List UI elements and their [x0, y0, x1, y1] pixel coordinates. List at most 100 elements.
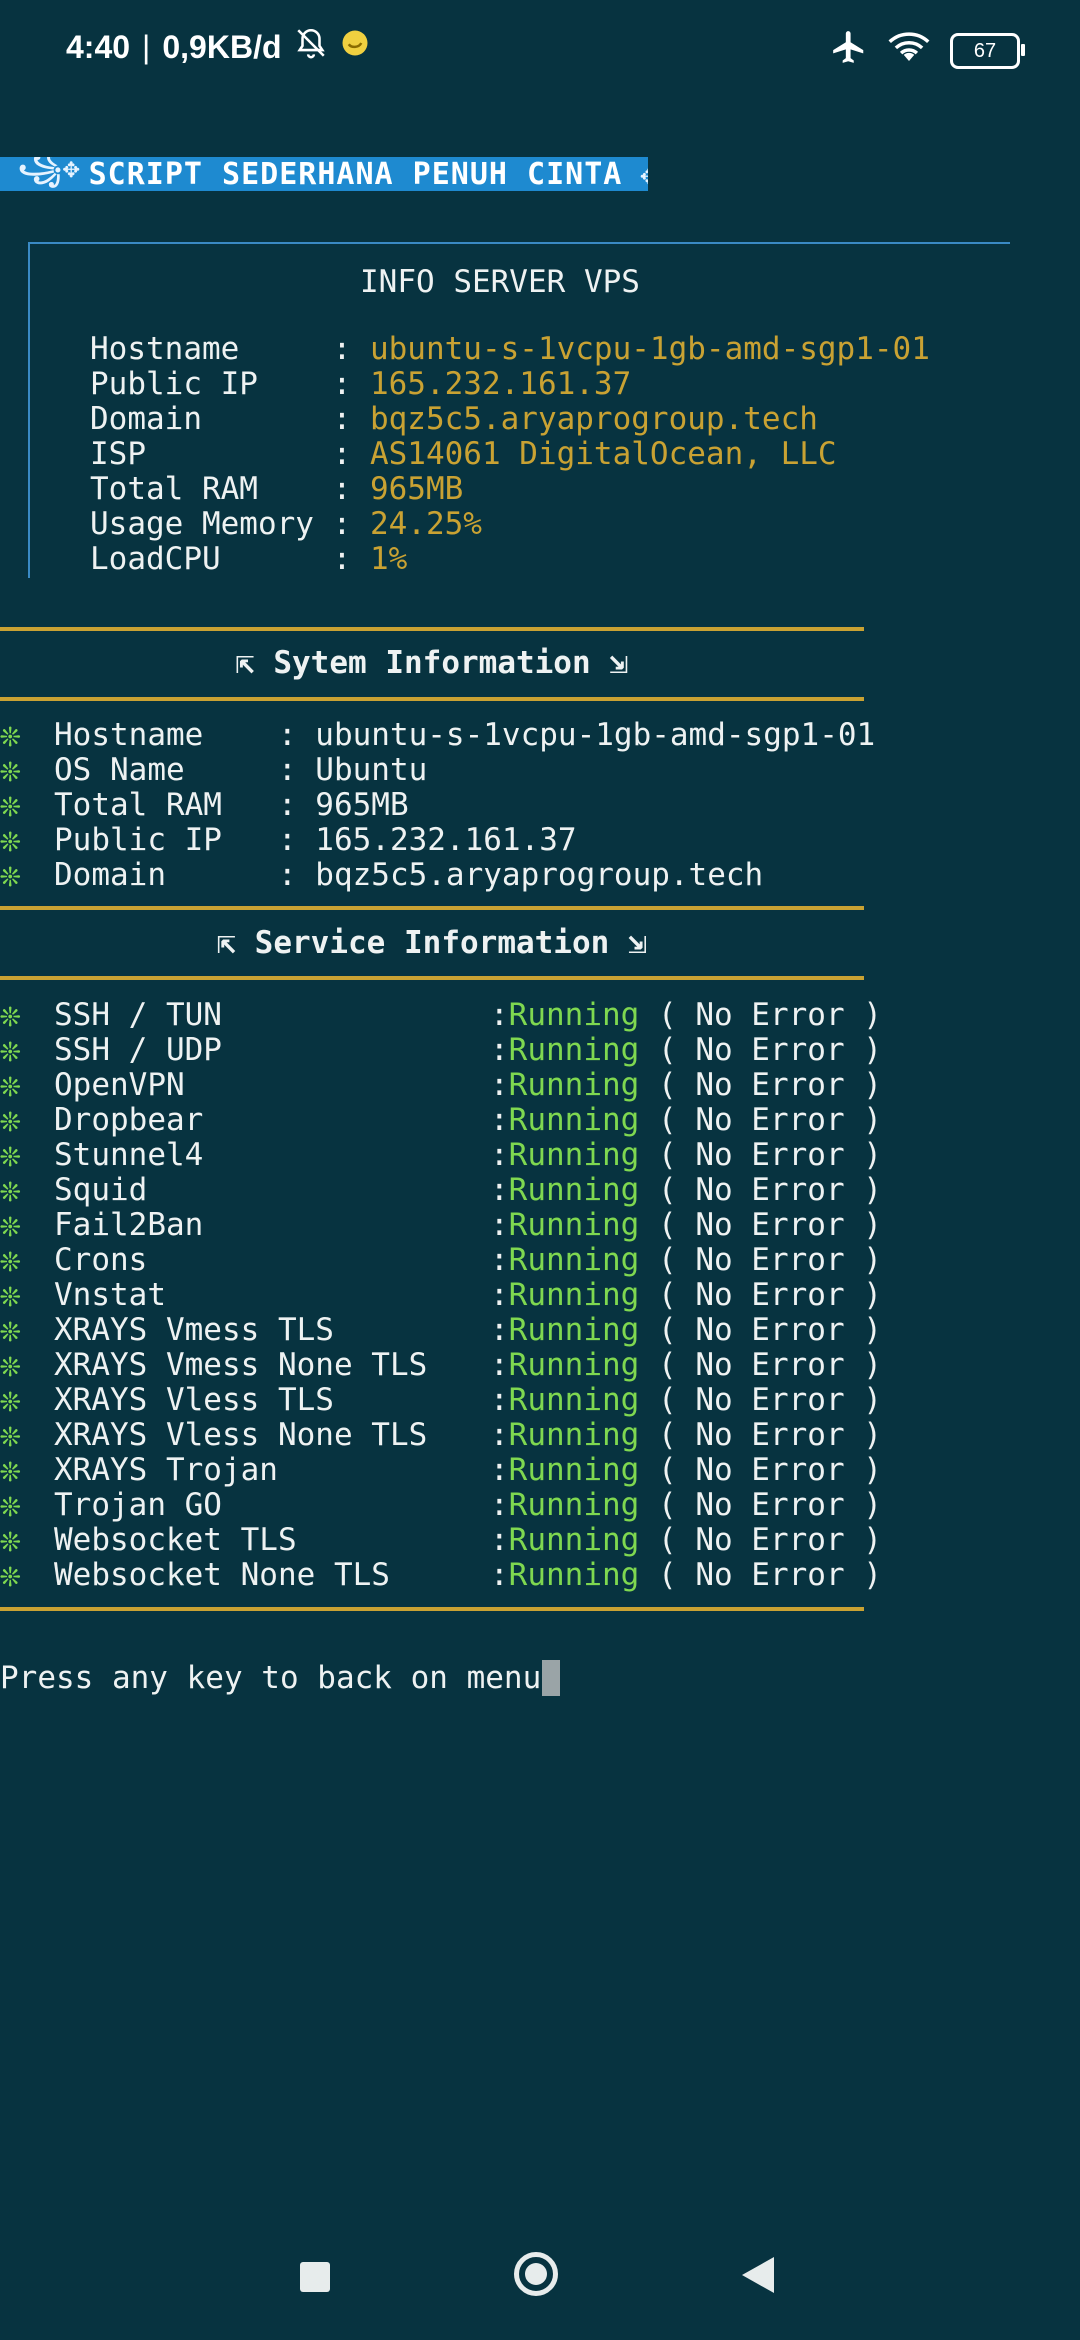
service-row: ❊ Websocket None TLS: Running ( No Error ) — [0, 1555, 882, 1595]
navigation-bar — [0, 2230, 1080, 2320]
service-error-note: ( No Error ) — [639, 1452, 882, 1488]
asterisk-icon: ❊ — [0, 1345, 21, 1385]
prompt-text: Press any key to back on menu — [0, 1660, 542, 1696]
service-colon: : — [490, 1102, 509, 1138]
back-button[interactable] — [742, 2257, 774, 2293]
service-row: ❊ Vnstat: Running ( No Error ) — [0, 1275, 882, 1315]
banner-ornament-left: ꧁✥ — [18, 157, 81, 184]
service-name: Trojan GO — [54, 1487, 222, 1523]
service-name: XRAYS Vmess None TLS — [54, 1347, 428, 1383]
service-status: Running — [508, 1207, 640, 1243]
service-row: ❊ OpenVPN: Running ( No Error ) — [0, 1065, 882, 1105]
service-status: Running — [508, 997, 640, 1033]
system-row: ❊ Hostname : ubuntu-s-1vcpu-1gb-amd-sgp1-… — [0, 715, 876, 755]
service-status: Running — [508, 1522, 640, 1558]
service-colon: : — [490, 1382, 509, 1418]
text-cursor — [542, 1660, 561, 1696]
divider — [0, 906, 864, 910]
service-status: Running — [508, 1067, 640, 1103]
service-name: SSH / UDP — [54, 1032, 222, 1068]
service-name: XRAYS Vless None TLS — [54, 1417, 428, 1453]
service-status: Running — [508, 1277, 640, 1313]
notification-app-icon — [340, 28, 370, 66]
service-error-note: ( No Error ) — [639, 1522, 882, 1558]
service-status: Running — [508, 1417, 640, 1453]
service-colon: : — [490, 1172, 509, 1208]
service-name: XRAYS Vless TLS — [54, 1382, 334, 1418]
service-colon: : — [490, 1417, 509, 1453]
service-info-title: ⇱ Service Information ⇲ — [217, 925, 647, 961]
service-error-note: ( No Error ) — [639, 1207, 882, 1243]
service-row: ❊ Dropbear: Running ( No Error ) — [0, 1100, 882, 1140]
system-row: ❊ OS Name : Ubuntu — [0, 750, 428, 790]
home-button[interactable] — [514, 2252, 558, 2296]
system-row: ❊ Public IP : 165.232.161.37 — [0, 820, 577, 860]
service-status: Running — [508, 1452, 640, 1488]
asterisk-icon: ❊ — [0, 715, 21, 755]
clock: 4:40 — [66, 28, 131, 65]
asterisk-icon: ❊ — [0, 1065, 21, 1105]
service-status: Running — [508, 1137, 640, 1173]
status-separator: | — [142, 28, 151, 65]
info-box-title: INFO SERVER VPS — [360, 264, 640, 300]
service-error-note: ( No Error ) — [639, 1382, 882, 1418]
asterisk-icon: ❊ — [0, 1135, 21, 1175]
service-error-note: ( No Error ) — [639, 1137, 882, 1173]
service-colon: : — [490, 1277, 509, 1313]
divider — [0, 976, 864, 980]
service-colon: : — [490, 1487, 509, 1523]
info-row: Hostname : ubuntu-s-1vcpu-1gb-amd-sgp1-0… — [90, 331, 930, 367]
service-row: ❊ Websocket TLS: Running ( No Error ) — [0, 1520, 882, 1560]
service-status: Running — [508, 1242, 640, 1278]
battery-icon: 67 — [950, 33, 1025, 69]
asterisk-icon: ❊ — [0, 1240, 21, 1280]
info-row: Usage Memory : 24.25% — [90, 506, 482, 542]
service-colon: : — [490, 1522, 509, 1558]
service-error-note: ( No Error ) — [639, 1487, 882, 1523]
service-colon: : — [490, 1207, 509, 1243]
asterisk-icon: ❊ — [0, 750, 21, 790]
service-status: Running — [508, 1557, 640, 1593]
asterisk-icon: ❊ — [0, 1275, 21, 1315]
service-colon: : — [490, 1452, 509, 1488]
service-name: Websocket TLS — [54, 1522, 297, 1558]
service-status: Running — [508, 1382, 640, 1418]
service-name: OpenVPN — [54, 1067, 185, 1103]
service-error-note: ( No Error ) — [639, 1312, 882, 1348]
service-row: ❊ Stunnel4: Running ( No Error ) — [0, 1135, 882, 1175]
service-name: Crons — [54, 1242, 148, 1278]
service-row: ❊ XRAYS Vless None TLS: Running ( No Error… — [0, 1415, 882, 1455]
service-colon: : — [490, 1067, 509, 1103]
service-error-note: ( No Error ) — [639, 1242, 882, 1278]
asterisk-icon: ❊ — [0, 1205, 21, 1245]
service-status: Running — [508, 1347, 640, 1383]
asterisk-icon: ❊ — [0, 1170, 21, 1210]
asterisk-icon: ❊ — [0, 1520, 21, 1560]
service-row: ❊ XRAYS Trojan: Running ( No Error ) — [0, 1450, 882, 1490]
info-row: LoadCPU : 1% — [90, 541, 408, 577]
banner-title: SCRIPT SEDERHANA PENUH CINTA — [88, 157, 623, 191]
recents-button[interactable] — [300, 2262, 330, 2292]
service-status: Running — [508, 1102, 640, 1138]
status-bar: 4:40 | 0,9KB/d 67 — [0, 0, 1080, 100]
asterisk-icon: ❊ — [0, 785, 21, 825]
terminal-prompt[interactable]: Press any key to back on menu — [0, 1660, 561, 1696]
service-name: Vnstat — [54, 1277, 166, 1313]
service-name: Squid — [54, 1172, 148, 1208]
asterisk-icon: ❊ — [0, 1485, 21, 1525]
asterisk-icon: ❊ — [0, 1450, 21, 1490]
service-status: Running — [508, 1032, 640, 1068]
divider — [0, 627, 864, 631]
system-row: ❊ Domain : bqz5c5.aryaprogroup.tech — [0, 855, 764, 895]
status-right: 67 — [830, 28, 1025, 74]
service-error-note: ( No Error ) — [639, 1417, 882, 1453]
service-name: Fail2Ban — [54, 1207, 204, 1243]
service-status: Running — [508, 1487, 640, 1523]
info-row: ISP : AS14061 DigitalOcean, LLC — [90, 436, 837, 472]
asterisk-icon: ❊ — [0, 1380, 21, 1420]
service-row: ❊ Squid: Running ( No Error ) — [0, 1170, 882, 1210]
script-banner: ꧁✥ SCRIPT SEDERHANA PENUH CINTA ✥ — [0, 157, 648, 191]
system-info-title: ⇱ Sytem Information ⇲ — [236, 645, 628, 681]
banner-ornament-right: ✥ — [640, 158, 648, 191]
bell-off-icon — [294, 26, 328, 68]
